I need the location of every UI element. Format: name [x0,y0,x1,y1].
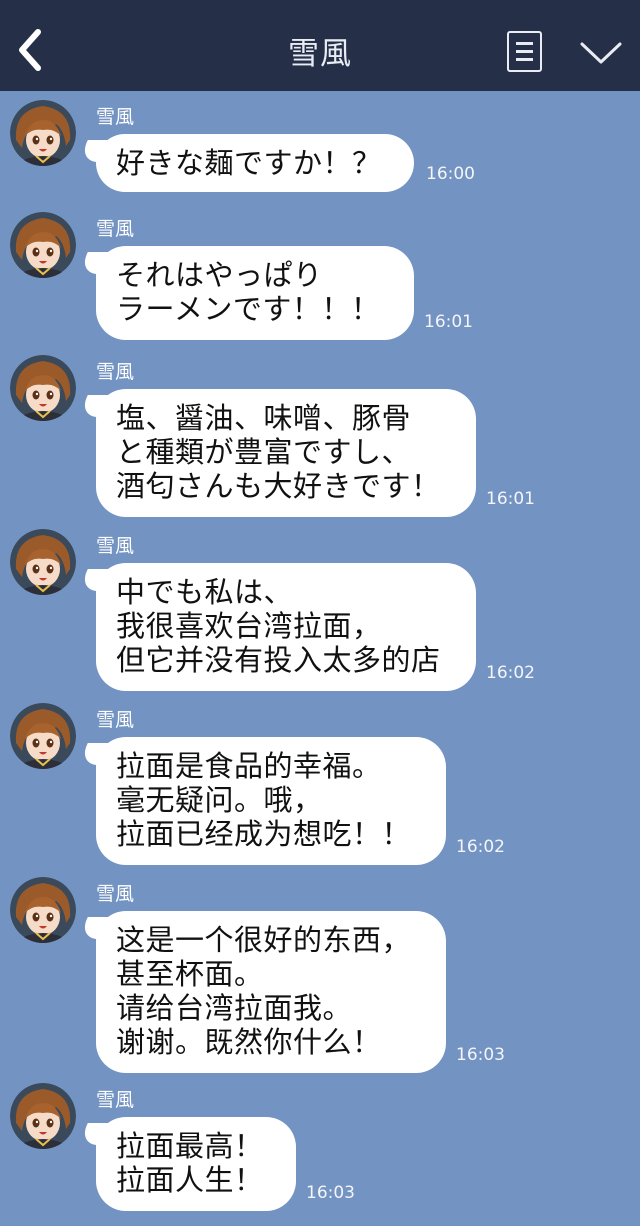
avatar-image [10,100,76,166]
message-bubble[interactable]: 拉面最高！ 拉面人生！ [96,1117,296,1211]
menu-button[interactable] [507,31,542,72]
message-bubble[interactable]: 塩、醤油、味噌、豚骨 と種類が豊富ですし、 酒匂さんも大好きです！ [96,389,476,517]
chevron-down-button[interactable] [578,38,624,70]
avatar[interactable] [10,529,76,595]
avatar[interactable] [10,100,76,166]
message-timestamp: 16:02 [456,837,505,857]
avatar-image [10,529,76,595]
back-button[interactable] [14,28,46,72]
sender-name: 雪風 [96,883,135,905]
sender-name: 雪風 [96,1089,135,1111]
message-bubble[interactable]: 拉面是食品的幸福。 毫无疑问。哦， 拉面已经成为想吃！！ [96,737,446,865]
chat-header: 雪風 [0,0,640,91]
sender-name: 雪風 [96,709,135,731]
avatar-image [10,1083,76,1149]
avatar[interactable] [10,355,76,421]
sender-name: 雪風 [96,106,135,128]
message-bubble[interactable]: 好きな麺ですか！？ [96,134,414,192]
avatar-image [10,355,76,421]
avatar-image [10,877,76,943]
menu-line [516,50,533,53]
avatar-image [10,703,76,769]
message-timestamp: 16:01 [486,489,535,509]
message-bubble[interactable]: それはやっぱり ラーメンです！！！ [96,246,414,340]
sender-name: 雪風 [96,361,135,383]
avatar[interactable] [10,1083,76,1149]
menu-line [516,58,533,61]
message-bubble[interactable]: 中でも私は、 我很喜欢台湾拉面， 但它并没有投入太多的店 [96,563,476,691]
message-timestamp: 16:03 [456,1045,505,1065]
message-timestamp: 16:02 [486,663,535,683]
chevron-down-icon [580,42,622,64]
avatar-image [10,212,76,278]
menu-line [516,42,533,45]
message-timestamp: 16:01 [424,312,473,332]
message-bubble[interactable]: 这是一个很好的东西， 甚至杯面。 请给台湾拉面我。 谢谢。既然你什么！ [96,911,446,1073]
avatar[interactable] [10,877,76,943]
sender-name: 雪風 [96,535,135,557]
sender-name: 雪風 [96,218,135,240]
message-timestamp: 16:03 [306,1183,355,1203]
chat-title: 雪風 [288,36,352,72]
chevron-left-icon [19,29,41,71]
message-timestamp: 16:00 [426,164,475,184]
avatar[interactable] [10,212,76,278]
avatar[interactable] [10,703,76,769]
